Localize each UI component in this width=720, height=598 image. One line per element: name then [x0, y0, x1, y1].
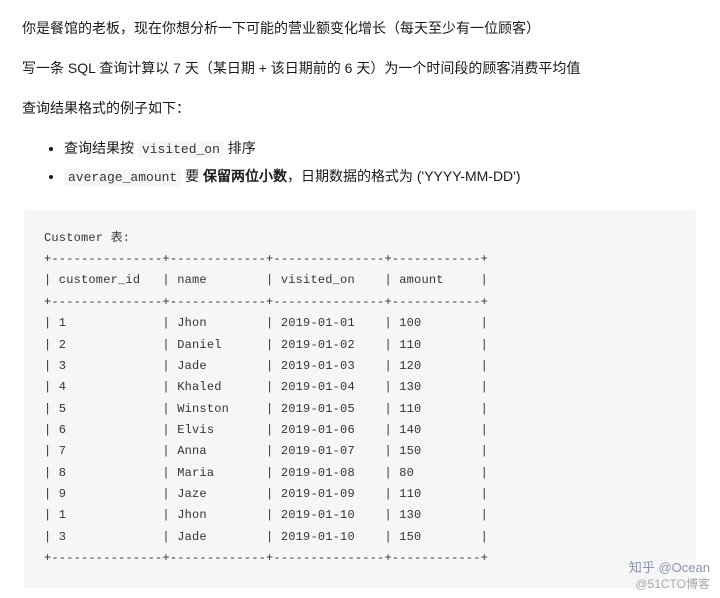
list-item: 查询结果按 visited_on 排序	[64, 136, 698, 162]
bullet-text: ，日期数据的格式为 ('YYYY-MM-DD')	[287, 168, 521, 184]
bullet-bold: 保留两位小数	[203, 168, 287, 184]
problem-paragraph-1: 你是餐馆的老板，现在你想分析一下可能的营业额变化增长（每天至少有一位顾客）	[22, 16, 698, 42]
requirements-list: 查询结果按 visited_on 排序 average_amount 要 保留两…	[22, 136, 698, 190]
document-page: 你是餐馆的老板，现在你想分析一下可能的营业额变化增长（每天至少有一位顾客） 写一…	[0, 0, 720, 598]
bullet-text: 要	[181, 168, 203, 184]
bullet-text: 查询结果按	[64, 140, 138, 156]
code-average-amount: average_amount	[64, 169, 181, 186]
bullet-text: 排序	[224, 140, 256, 156]
sql-example-block: Customer 表: +---------------+-----------…	[24, 210, 696, 588]
problem-paragraph-2: 写一条 SQL 查询计算以 7 天（某日期 + 该日期前的 6 天）为一个时间段…	[22, 56, 698, 82]
problem-paragraph-3: 查询结果格式的例子如下：	[22, 96, 698, 122]
list-item: average_amount 要 保留两位小数，日期数据的格式为 ('YYYY-…	[64, 164, 698, 190]
code-visited-on: visited_on	[138, 141, 224, 158]
